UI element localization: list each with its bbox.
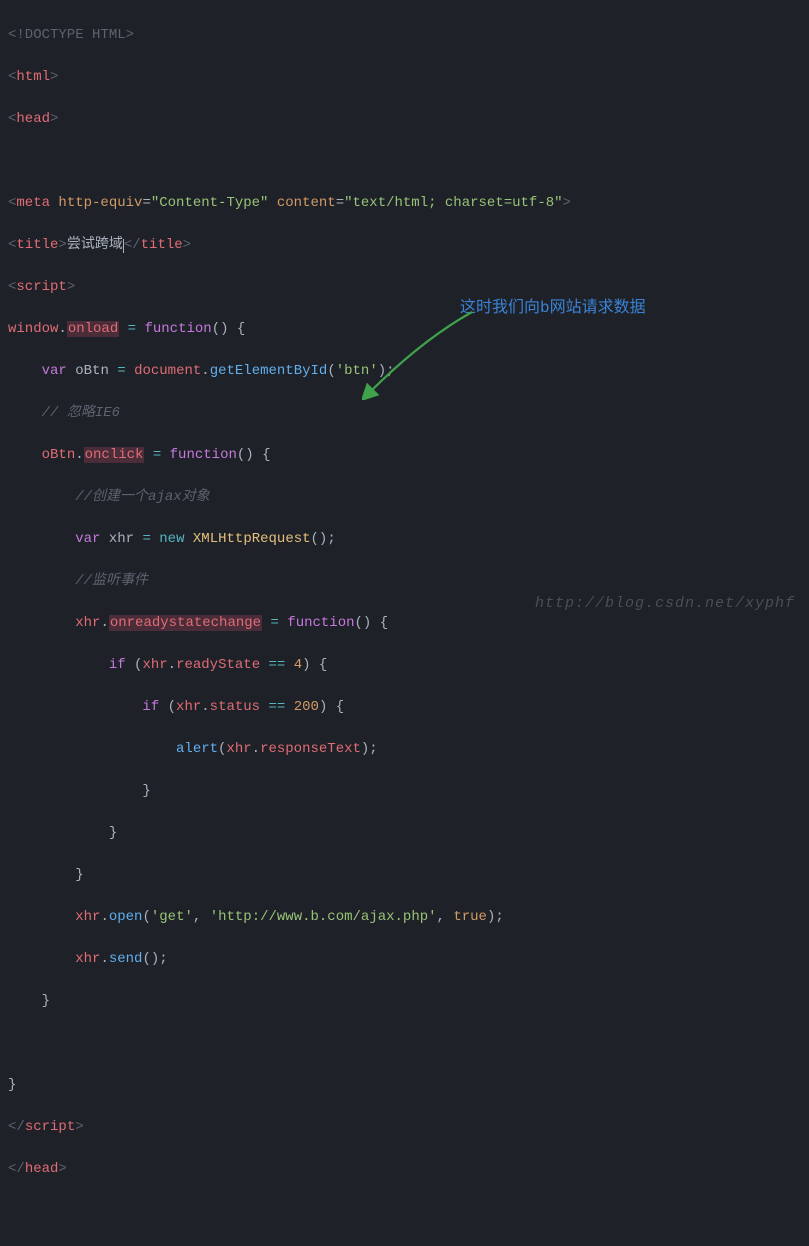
comment-ie6: // 忽略IE6 bbox=[42, 405, 120, 421]
title-tag: title bbox=[16, 237, 58, 253]
meta-httpequiv: http-equiv bbox=[58, 195, 142, 211]
url-string: 'http://www.b.com/ajax.php' bbox=[210, 909, 437, 925]
watermark: http://blog.csdn.net/xyphf bbox=[535, 593, 795, 616]
head-open-tag: head bbox=[16, 111, 50, 127]
title-text: 尝试跨域 bbox=[67, 237, 123, 253]
onclick-prop: onclick bbox=[84, 447, 145, 463]
html-open-tag: html bbox=[16, 69, 50, 85]
doctype: <!DOCTYPE HTML> bbox=[8, 27, 134, 43]
code-editor[interactable]: <!DOCTYPE HTML> <html> <head> <meta http… bbox=[8, 4, 801, 1246]
annotation-text: 这时我们向b网站请求数据 bbox=[460, 296, 646, 320]
comment-ajax: //创建一个ajax对象 bbox=[75, 489, 209, 505]
onready-prop: onreadystatechange bbox=[109, 615, 262, 631]
onload-prop: onload bbox=[67, 321, 119, 337]
comment-listen: //监听事件 bbox=[75, 573, 148, 589]
script-open: script bbox=[16, 279, 66, 295]
